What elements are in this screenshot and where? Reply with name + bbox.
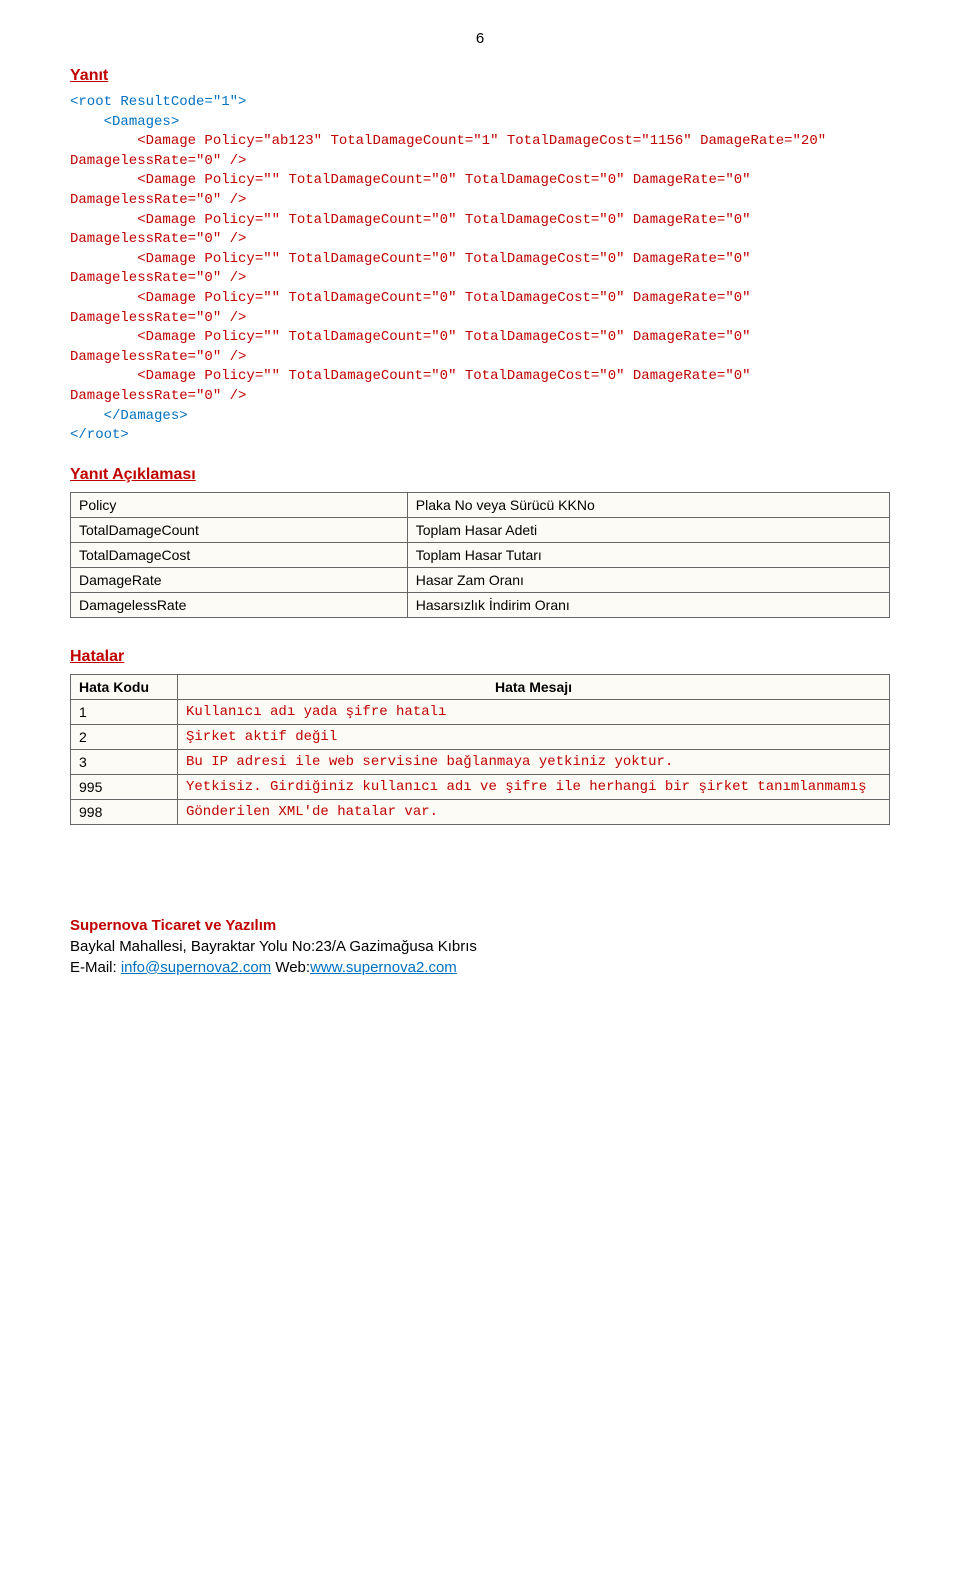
xml-damage-empty: <Damage Policy="" TotalDamageCount="0" T…: [70, 290, 759, 326]
desc-val: Toplam Hasar Adeti: [407, 517, 889, 542]
section-title-yanit: Yanıt: [70, 67, 890, 85]
table-row: 998 Gönderilen XML'de hatalar var.: [71, 799, 890, 824]
xml-root-close: </root>: [70, 427, 129, 443]
xml-damage-empty: <Damage Policy="" TotalDamageCount="0" T…: [70, 251, 759, 287]
error-msg: Gönderilen XML'de hatalar var.: [178, 799, 890, 824]
xml-damage-empty: <Damage Policy="" TotalDamageCount="0" T…: [70, 368, 759, 404]
table-header-row: Hata Kodu Hata Mesajı: [71, 674, 890, 699]
description-table: Policy Plaka No veya Sürücü KKNo TotalDa…: [70, 492, 890, 618]
table-row: TotalDamageCost Toplam Hasar Tutarı: [71, 542, 890, 567]
desc-val: Toplam Hasar Tutarı: [407, 542, 889, 567]
xml-damages-open: <Damages>: [104, 114, 180, 130]
error-msg: Kullanıcı adı yada şifre hatalı: [178, 699, 890, 724]
footer-address: Baykal Mahallesi, Bayraktar Yolu No:23/A…: [70, 936, 890, 957]
table-row: 2 Şirket aktif değil: [71, 724, 890, 749]
table-row: DamagelessRate Hasarsızlık İndirim Oranı: [71, 592, 890, 617]
xml-damages-close: </Damages>: [104, 408, 188, 424]
footer: Supernova Ticaret ve Yazılım Baykal Maha…: [70, 915, 890, 978]
error-code: 2: [71, 724, 178, 749]
table-row: DamageRate Hasar Zam Oranı: [71, 567, 890, 592]
xml-response-block: <root ResultCode="1"> <Damages> <Damage …: [70, 93, 890, 446]
error-table: Hata Kodu Hata Mesajı 1 Kullanıcı adı ya…: [70, 674, 890, 825]
section-title-hatalar: Hatalar: [70, 648, 890, 666]
xml-damage-empty: <Damage Policy="" TotalDamageCount="0" T…: [70, 329, 759, 365]
error-code: 995: [71, 774, 178, 799]
desc-key: TotalDamageCount: [71, 517, 408, 542]
footer-email-label: E-Mail:: [70, 959, 121, 976]
desc-key: DamagelessRate: [71, 592, 408, 617]
footer-web-link[interactable]: www.supernova2.com: [310, 959, 457, 976]
error-msg: Şirket aktif değil: [178, 724, 890, 749]
error-code: 3: [71, 749, 178, 774]
footer-email-link[interactable]: info@supernova2.com: [121, 959, 271, 976]
error-header-msg: Hata Mesajı: [178, 674, 890, 699]
table-row: 1 Kullanıcı adı yada şifre hatalı: [71, 699, 890, 724]
xml-damage-empty: <Damage Policy="" TotalDamageCount="0" T…: [70, 172, 759, 208]
error-msg: Yetkisiz. Girdiğiniz kullanıcı adı ve şi…: [178, 774, 890, 799]
table-row: TotalDamageCount Toplam Hasar Adeti: [71, 517, 890, 542]
desc-val: Hasar Zam Oranı: [407, 567, 889, 592]
section-title-yanit-aciklamasi: Yanıt Açıklaması: [70, 466, 890, 484]
error-msg: Bu IP adresi ile web servisine bağlanmay…: [178, 749, 890, 774]
error-header-code: Hata Kodu: [71, 674, 178, 699]
table-row: Policy Plaka No veya Sürücü KKNo: [71, 492, 890, 517]
desc-key: TotalDamageCost: [71, 542, 408, 567]
table-row: 995 Yetkisiz. Girdiğiniz kullanıcı adı v…: [71, 774, 890, 799]
footer-web-label: Web:: [271, 959, 310, 976]
desc-key: Policy: [71, 492, 408, 517]
error-code: 1: [71, 699, 178, 724]
desc-val: Hasarsızlık İndirim Oranı: [407, 592, 889, 617]
footer-company: Supernova Ticaret ve Yazılım: [70, 915, 890, 936]
xml-damage-first: <Damage Policy="ab123" TotalDamageCount=…: [70, 133, 835, 169]
error-code: 998: [71, 799, 178, 824]
desc-val: Plaka No veya Sürücü KKNo: [407, 492, 889, 517]
page-number: 6: [70, 30, 890, 47]
desc-key: DamageRate: [71, 567, 408, 592]
xml-root-open: <root ResultCode="1">: [70, 94, 246, 110]
xml-damage-empty: <Damage Policy="" TotalDamageCount="0" T…: [70, 212, 759, 248]
table-row: 3 Bu IP adresi ile web servisine bağlanm…: [71, 749, 890, 774]
